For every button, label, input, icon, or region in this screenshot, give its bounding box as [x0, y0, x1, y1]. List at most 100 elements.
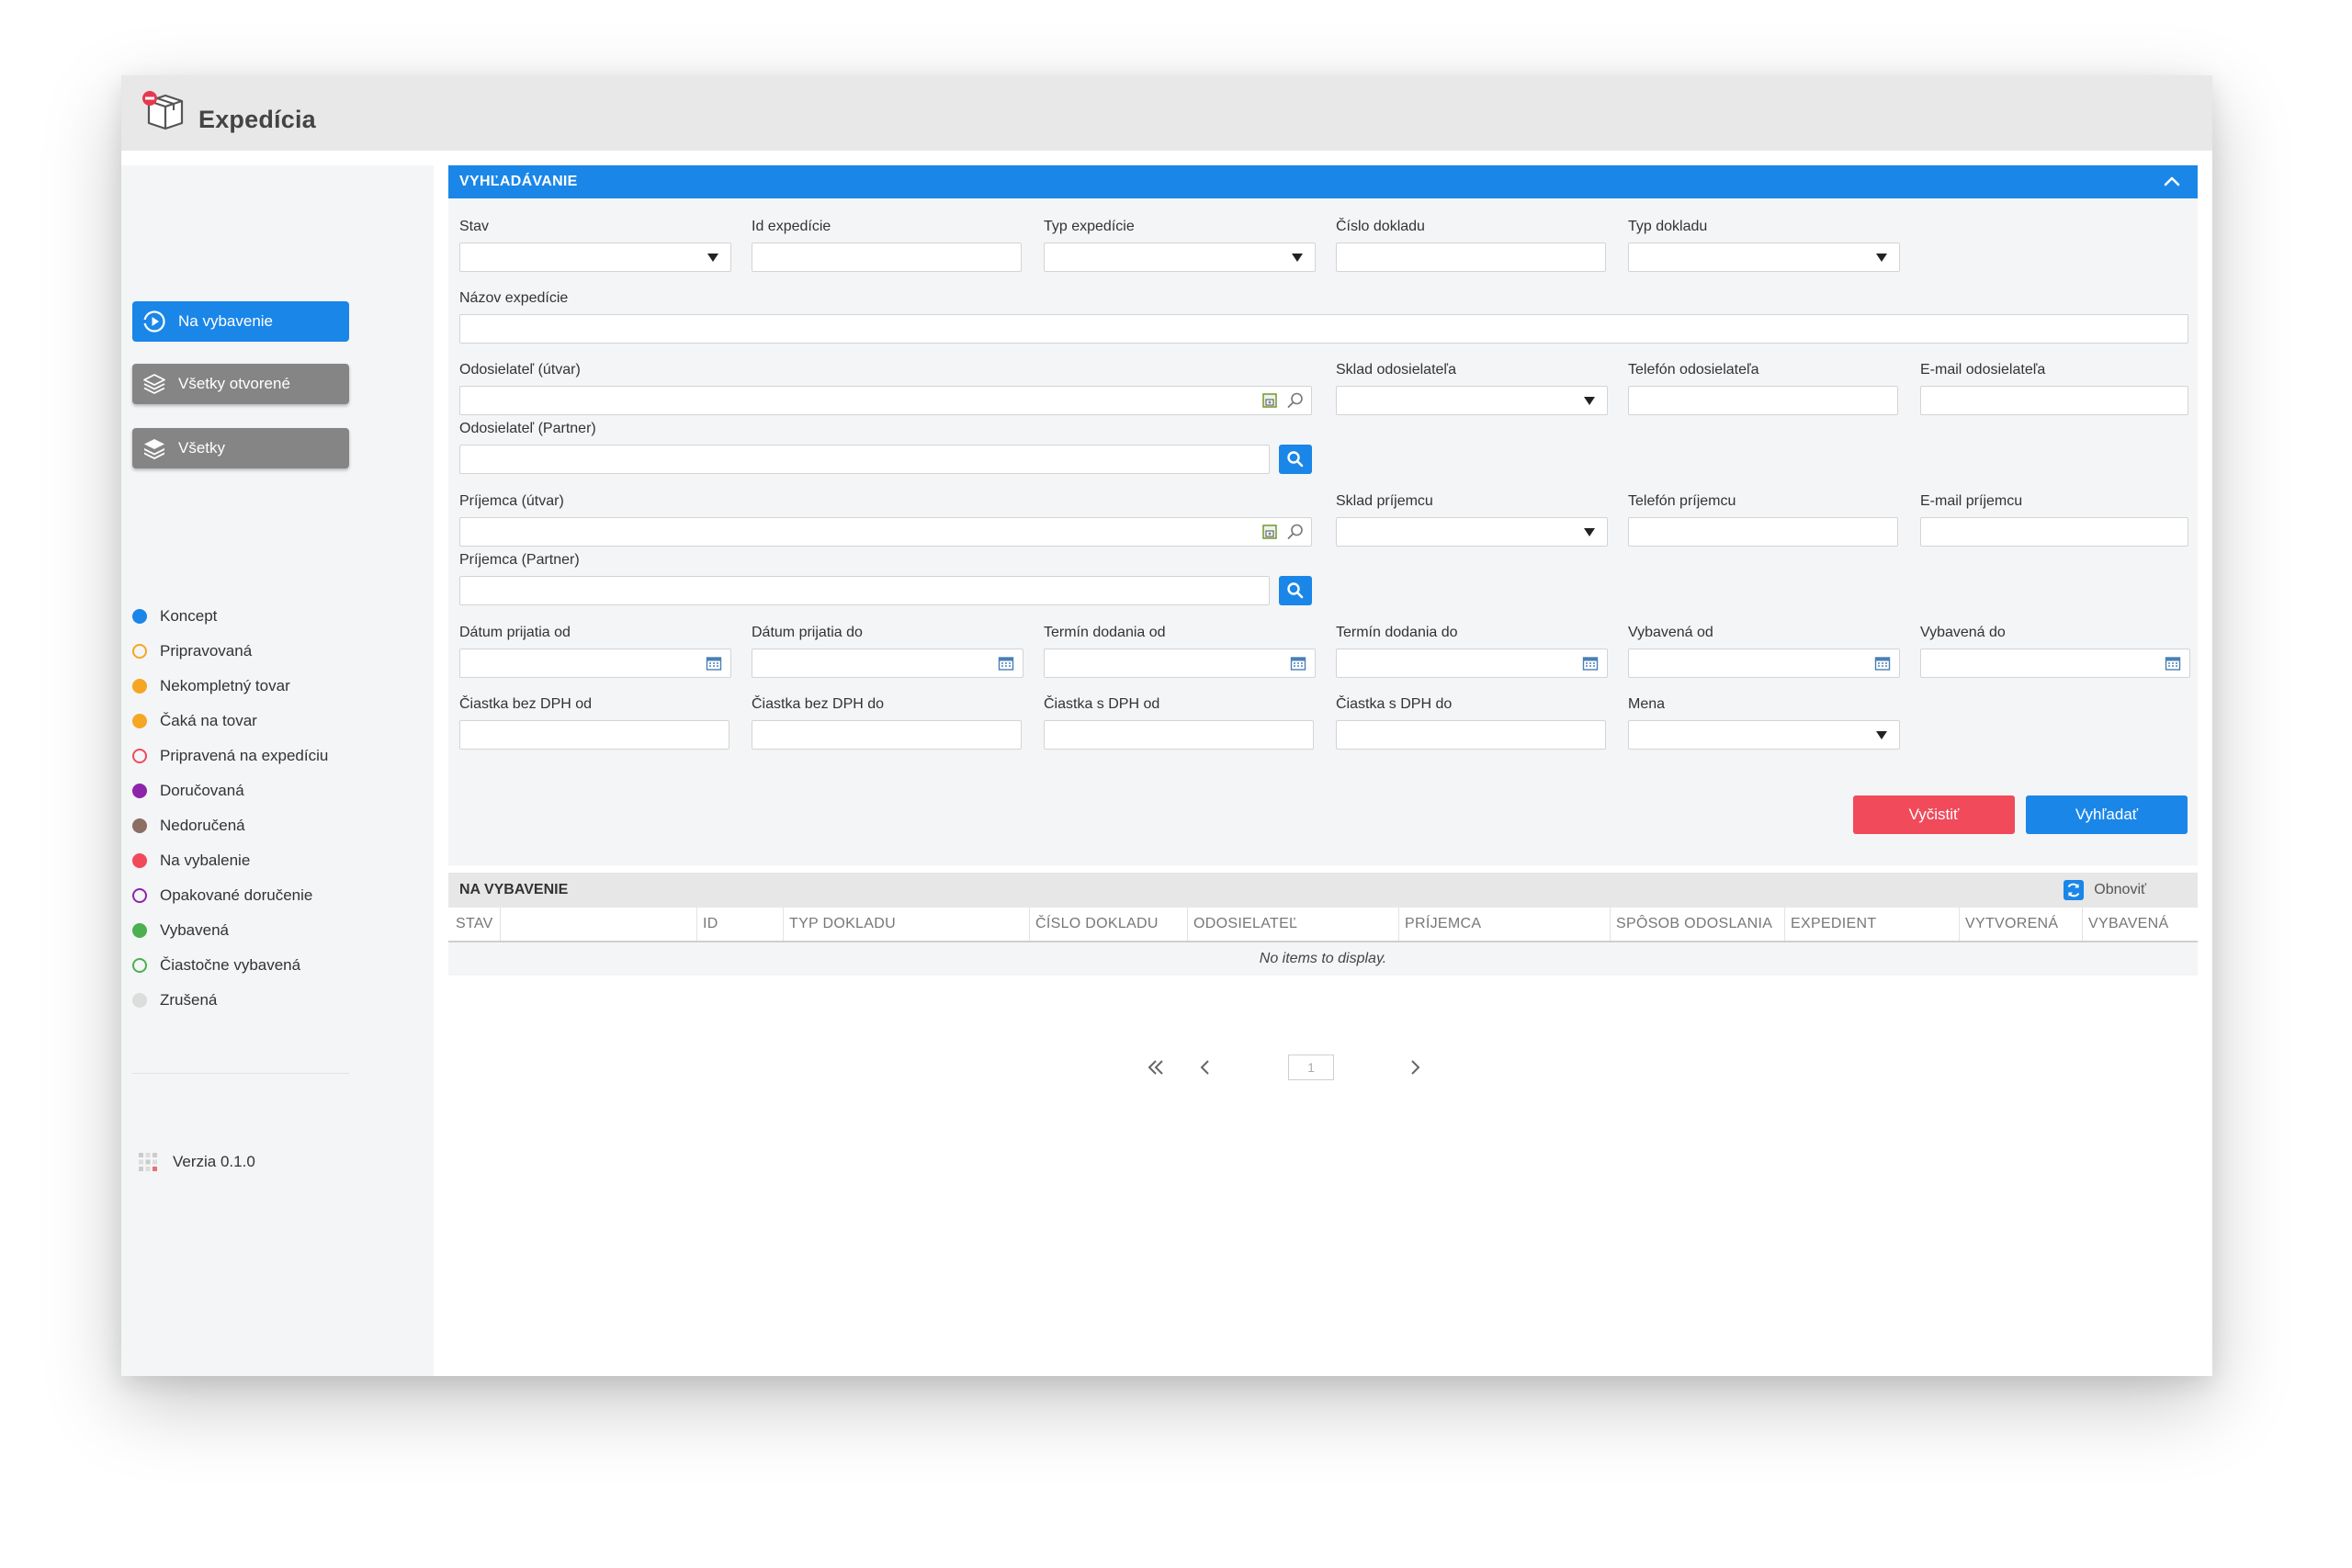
column-header-cislo-dokladu[interactable]: ČÍSLO DOKLADU: [1029, 908, 1187, 941]
legend-item-vybavena: Vybavená: [132, 920, 229, 941]
calendar-icon[interactable]: [2165, 655, 2181, 671]
search-icon: [1287, 451, 1304, 468]
package-box-icon: [142, 91, 184, 130]
legend-item-pripravena-na-expediciu: Pripravená na expedíciu: [132, 746, 328, 766]
email-prijemcu-input[interactable]: [1920, 517, 2188, 547]
first-page-button[interactable]: [1143, 1055, 1169, 1080]
typ-expedicie-select[interactable]: [1044, 243, 1316, 272]
dropdown-arrow-icon: [1876, 254, 1887, 262]
prijemca-partner-input[interactable]: [459, 576, 1270, 605]
label-ciastka-s-dph-do: Čiastka s DPH do: [1336, 696, 1453, 712]
search-button[interactable]: Vyhľadať: [2026, 795, 2188, 834]
label-sklad-odosielatela: Sklad odosielateľa: [1336, 362, 1456, 378]
main-content: VYHĽADÁVANIE Stav Id expedície Typ exped…: [448, 165, 2198, 1376]
email-odosielatela-input[interactable]: [1920, 386, 2188, 415]
label-id-expedicie: Id expedície: [752, 219, 831, 234]
termin-dodania-od-input[interactable]: [1044, 649, 1316, 678]
tree-picker-icon[interactable]: [1261, 391, 1279, 410]
nazov-expedicie-input[interactable]: [459, 314, 2188, 344]
label-telefon-prijemcu: Telefón príjemcu: [1628, 493, 1736, 509]
label-telefon-odosielatela: Telefón odosielateľa: [1628, 362, 1759, 378]
odosielatel-utvar-input[interactable]: [459, 386, 1312, 415]
typ-dokladu-select[interactable]: [1628, 243, 1900, 272]
ciastka-s-dph-do-input[interactable]: [1336, 720, 1606, 750]
datum-prijatia-od-input[interactable]: [459, 649, 731, 678]
prijemca-utvar-input[interactable]: [459, 517, 1312, 547]
calendar-icon[interactable]: [1582, 655, 1599, 671]
label-termin-dodania-od: Termín dodania od: [1044, 625, 1166, 640]
dropdown-arrow-icon: [1292, 254, 1303, 262]
column-header-vytvorena[interactable]: VYTVORENÁ: [1959, 908, 2082, 941]
label-stav: Stav: [459, 219, 490, 234]
dropdown-arrow-icon: [1584, 397, 1595, 405]
ciastka-s-dph-od-input[interactable]: [1044, 720, 1314, 750]
refresh-button[interactable]: Obnoviť: [2063, 879, 2146, 901]
chevron-up-icon[interactable]: [2161, 171, 2183, 193]
label-email-prijemcu: E-mail príjemcu: [1920, 493, 2023, 509]
title-bar: Expedícia: [121, 75, 2212, 151]
label-typ-expedicie: Typ expedície: [1044, 219, 1135, 234]
mena-select[interactable]: [1628, 720, 1900, 750]
calendar-icon[interactable]: [1290, 655, 1306, 671]
legend-item-zrusena: Zrušená: [132, 990, 217, 1010]
stav-select[interactable]: [459, 243, 731, 272]
cislo-dokladu-input[interactable]: [1336, 243, 1606, 272]
prijemca-partner-search-button[interactable]: [1279, 576, 1312, 605]
vybavena-do-input[interactable]: [1920, 649, 2190, 678]
odosielatel-partner-input[interactable]: [459, 445, 1270, 474]
label-vybavena-do: Vybavená do: [1920, 625, 2006, 640]
layers-filled-icon: [141, 435, 167, 461]
label-nazov-expedicie: Názov expedície: [459, 290, 569, 306]
label-vybavena-od: Vybavená od: [1628, 625, 1713, 640]
termin-dodania-do-input[interactable]: [1336, 649, 1608, 678]
calendar-icon[interactable]: [1874, 655, 1891, 671]
sklad-odosielatela-select[interactable]: [1336, 386, 1608, 415]
column-header-typ-dokladu[interactable]: TYP DOKLADU: [783, 908, 1029, 941]
chevron-left-icon: [1200, 1060, 1209, 1075]
telefon-odosielatela-input[interactable]: [1628, 386, 1898, 415]
app-window: Expedícia Na vybavenie Všetky otvorené V…: [121, 75, 2212, 1376]
column-header-expedient[interactable]: EXPEDIENT: [1784, 908, 1959, 941]
ciastka-bez-dph-od-input[interactable]: [459, 720, 729, 750]
page-number-field[interactable]: 1: [1288, 1055, 1334, 1080]
datum-prijatia-do-input[interactable]: [752, 649, 1023, 678]
tree-picker-icon[interactable]: [1261, 523, 1279, 541]
calendar-icon[interactable]: [998, 655, 1014, 671]
label-termin-dodania-do: Termín dodania do: [1336, 625, 1458, 640]
legend-item-caka-na-tovar: Čaká na tovar: [132, 711, 257, 731]
magnifier-icon[interactable]: [1286, 523, 1305, 541]
magnifier-icon[interactable]: [1286, 391, 1305, 410]
ciastka-bez-dph-do-input[interactable]: [752, 720, 1022, 750]
label-datum-prijatia-do: Dátum prijatia do: [752, 625, 863, 640]
version-info: Verzia 0.1.0: [136, 1145, 345, 1179]
clear-button[interactable]: Vyčistiť: [1853, 795, 2015, 834]
vybavena-od-input[interactable]: [1628, 649, 1900, 678]
nav-button-vsetky-otvorene[interactable]: Všetky otvorené: [132, 364, 349, 404]
column-header-sposob-odoslania[interactable]: SPÔSOB ODOSLANIA: [1610, 908, 1784, 941]
status-dot-icon: [132, 644, 147, 659]
nav-button-na-vybavenie[interactable]: Na vybavenie: [132, 301, 349, 342]
column-header-vybavena[interactable]: VYBAVENÁ: [2082, 908, 2198, 941]
label-ciastka-bez-dph-do: Čiastka bez DPH do: [752, 696, 885, 712]
column-header-id[interactable]: ID: [696, 908, 783, 941]
status-dot-icon: [132, 749, 147, 763]
version-label: Verzia 0.1.0: [173, 1153, 255, 1170]
column-header-odosielatel[interactable]: ODOSIELATEĽ: [1187, 908, 1398, 941]
pagination: 1: [448, 1051, 2198, 1088]
sidebar: Na vybavenie Všetky otvorené Všetky Konc…: [121, 165, 434, 1376]
legend-item-pripravovana: Pripravovaná: [132, 641, 252, 661]
status-dot-icon: [132, 888, 147, 903]
next-page-button[interactable]: [1402, 1055, 1428, 1080]
label-odosielatel-utvar: Odosielateľ (útvar): [459, 362, 581, 378]
id-expedicie-input[interactable]: [752, 243, 1022, 272]
odosielatel-partner-search-button[interactable]: [1279, 445, 1312, 474]
calendar-icon[interactable]: [706, 655, 722, 671]
sklad-prijemcu-select[interactable]: [1336, 517, 1608, 547]
nav-button-vsetky[interactable]: Všetky: [132, 428, 349, 468]
prev-page-button[interactable]: [1193, 1055, 1218, 1080]
column-header-stav[interactable]: STAV: [448, 908, 500, 941]
column-header-prijemca[interactable]: PRÍJEMCA: [1398, 908, 1610, 941]
telefon-prijemcu-input[interactable]: [1628, 517, 1898, 547]
dropdown-arrow-icon: [707, 254, 718, 262]
empty-message: No items to display.: [448, 942, 2198, 976]
